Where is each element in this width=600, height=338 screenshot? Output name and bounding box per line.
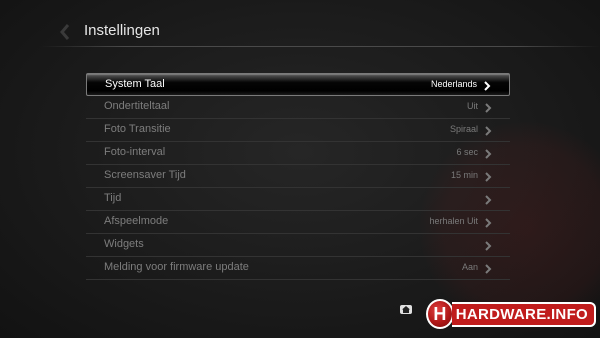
setting-label: Screensaver Tijd (104, 169, 186, 181)
setting-label: System Taal (105, 78, 165, 90)
chevron-right-icon (482, 262, 494, 274)
chevron-right-icon (482, 147, 494, 159)
setting-label: Ondertiteltaal (104, 100, 170, 112)
setting-widgets[interactable]: Widgets (86, 234, 510, 257)
setting-value: 6 sec (456, 147, 478, 157)
setting-foto-interval[interactable]: Foto-interval 6 sec (86, 142, 510, 165)
footer-hint (400, 305, 412, 314)
setting-label: Melding voor firmware update (104, 261, 249, 273)
setting-label: Widgets (104, 238, 144, 250)
home-icon (400, 305, 412, 314)
settings-list: System Taal Nederlands Ondertiteltaal Ui… (86, 73, 510, 280)
brand-badge: H (426, 299, 454, 329)
setting-value: herhalen Uit (429, 216, 478, 226)
setting-screensaver-tijd[interactable]: Screensaver Tijd 15 min (86, 165, 510, 188)
header: Instellingen (0, 0, 600, 48)
chevron-right-icon (482, 170, 494, 182)
setting-system-taal[interactable]: System Taal Nederlands (86, 73, 510, 96)
chevron-left-icon[interactable] (60, 24, 70, 45)
chevron-right-icon (482, 101, 494, 113)
chevron-right-icon (482, 193, 494, 205)
setting-foto-transitie[interactable]: Foto Transitie Spiraal (86, 119, 510, 142)
setting-value: Nederlands (430, 79, 477, 89)
page-title: Instellingen (84, 22, 160, 39)
setting-ondertiteltaal[interactable]: Ondertiteltaal Uit (86, 96, 510, 119)
setting-value: Spiraal (449, 124, 478, 134)
setting-label: Afspeelmode (104, 215, 169, 227)
setting-afspeelmode[interactable]: Afspeelmode herhalen Uit (86, 211, 510, 234)
hardware-info-logo: H HARDWARE.INFO (426, 297, 596, 331)
header-divider (40, 46, 600, 47)
setting-label: Foto-interval (104, 146, 166, 158)
chevron-right-icon (481, 79, 493, 91)
setting-value: Aan (461, 262, 478, 272)
setting-tijd[interactable]: Tijd (86, 188, 510, 211)
brand-text: HARDWARE.INFO (451, 301, 596, 327)
chevron-right-icon (482, 239, 494, 251)
tv-settings-screen: Instellingen System Taal Nederlands Onde… (0, 0, 600, 338)
setting-value: 15 min (450, 170, 478, 180)
chevron-right-icon (482, 216, 494, 228)
chevron-right-icon (482, 124, 494, 136)
setting-melding-firmware-update[interactable]: Melding voor firmware update Aan (86, 257, 510, 280)
setting-label: Foto Transitie (104, 123, 171, 135)
setting-value: Uit (467, 101, 478, 111)
setting-label: Tijd (104, 192, 122, 204)
